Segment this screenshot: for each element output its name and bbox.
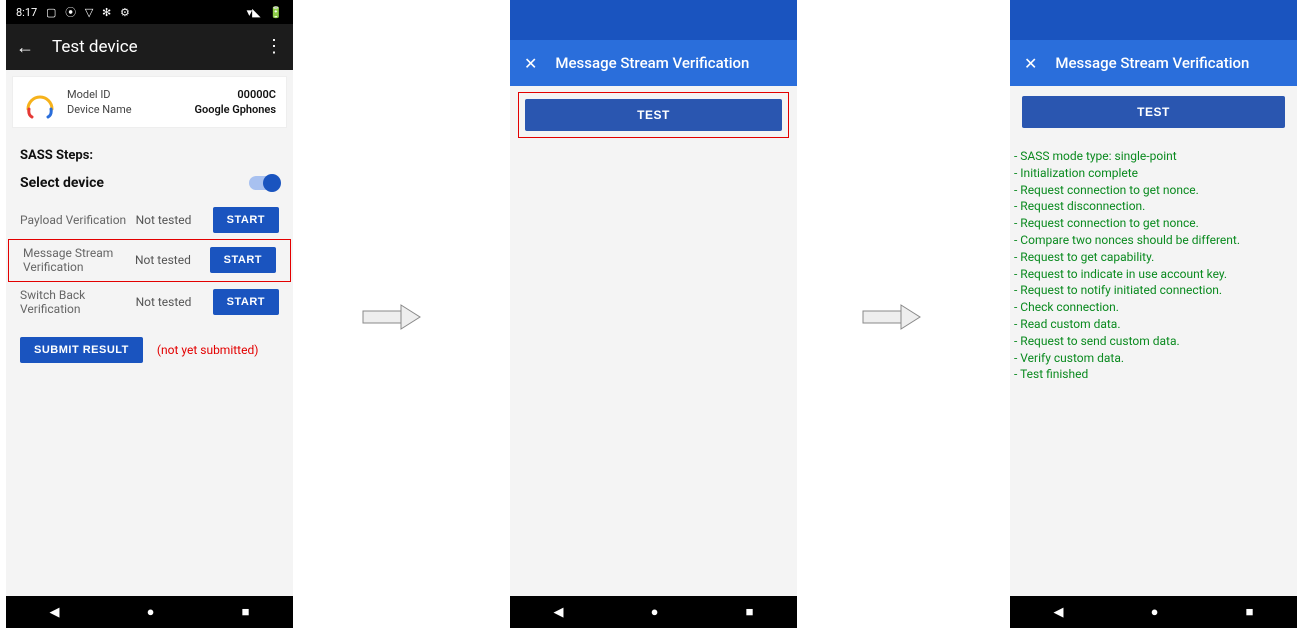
- app-bar: ← Test device ⋮: [6, 24, 293, 70]
- step-payload-verification: Payload Verification Not tested START: [6, 201, 293, 239]
- status-icon: ▽: [85, 6, 93, 19]
- flow-arrow-icon: [362, 302, 422, 332]
- content-area: TEST: [510, 86, 797, 596]
- log-line: Read custom data.: [1014, 316, 1291, 333]
- status-icon: ⚙: [120, 6, 130, 19]
- screen-title-bar: ✕ Message Stream Verification: [510, 40, 797, 86]
- test-button-highlight: TEST: [518, 92, 789, 138]
- content-area: Model ID 00000C Device Name Google Gphon…: [6, 70, 293, 596]
- sass-steps-label: SASS Steps:: [6, 134, 293, 169]
- status-bar: 8:17 ▢ ⦿ ▽ ✻ ⚙ ▾◣ 🔋: [6, 0, 293, 24]
- log-line: Request to indicate in use account key.: [1014, 266, 1291, 283]
- step-name: Message Stream Verification: [23, 246, 135, 275]
- nav-back-icon[interactable]: ◀: [50, 605, 60, 620]
- status-icon: ⦿: [65, 6, 76, 19]
- step-message-stream-verification: Message Stream Verification Not tested S…: [8, 239, 291, 282]
- nav-home-icon[interactable]: ●: [147, 604, 155, 620]
- log-line: Request disconnection.: [1014, 198, 1291, 215]
- android-nav-bar: ◀ ● ■: [6, 596, 293, 628]
- log-line: Test finished: [1014, 366, 1291, 383]
- select-device-toggle[interactable]: [249, 176, 279, 190]
- log-line: Verify custom data.: [1014, 350, 1291, 367]
- device-name-label: Device Name: [67, 103, 132, 116]
- android-nav-bar: ◀ ● ■: [1010, 596, 1297, 628]
- model-id-value: 00000C: [237, 88, 276, 101]
- back-icon[interactable]: ←: [16, 37, 34, 58]
- headphones-icon: [23, 85, 57, 119]
- start-button[interactable]: START: [213, 207, 279, 233]
- blue-header-strip: [510, 0, 797, 40]
- screen-title-bar: ✕ Message Stream Verification: [1010, 40, 1297, 86]
- log-line: Request connection to get nonce.: [1014, 215, 1291, 232]
- submit-result-button[interactable]: SUBMIT RESULT: [20, 337, 143, 363]
- device-card: Model ID 00000C Device Name Google Gphon…: [12, 76, 287, 128]
- submit-row: SUBMIT RESULT (not yet submitted): [6, 323, 293, 377]
- nav-home-icon[interactable]: ●: [1151, 604, 1159, 620]
- flow-arrow-icon: [862, 302, 922, 332]
- status-time: 8:17: [16, 6, 37, 19]
- status-left: 8:17 ▢ ⦿ ▽ ✻ ⚙: [16, 4, 136, 20]
- battery-icon: 🔋: [269, 6, 283, 19]
- step-switch-back-verification: Switch Back Verification Not tested STAR…: [6, 282, 293, 323]
- app-title: Test device: [52, 37, 265, 57]
- device-name-value: Google Gphones: [195, 103, 277, 116]
- step-status: Not tested: [136, 295, 213, 309]
- log-line: SASS mode type: single-point: [1014, 148, 1291, 165]
- nav-recent-icon[interactable]: ■: [242, 604, 250, 620]
- step-status: Not tested: [135, 253, 210, 267]
- nav-recent-icon[interactable]: ■: [746, 604, 754, 620]
- android-nav-bar: ◀ ● ■: [510, 596, 797, 628]
- nav-recent-icon[interactable]: ■: [1246, 604, 1254, 620]
- model-id-label: Model ID: [67, 88, 111, 101]
- step-status: Not tested: [136, 213, 213, 227]
- test-log: SASS mode type: single-point Initializat…: [1010, 138, 1297, 393]
- log-line: Request to get capability.: [1014, 249, 1291, 266]
- close-icon[interactable]: ✕: [1024, 54, 1037, 73]
- start-button[interactable]: START: [210, 247, 276, 273]
- log-line: Request to notify initiated connection.: [1014, 282, 1291, 299]
- screen-title: Message Stream Verification: [1055, 54, 1249, 72]
- start-button[interactable]: START: [213, 289, 279, 315]
- nav-home-icon[interactable]: ●: [651, 604, 659, 620]
- test-button[interactable]: TEST: [1022, 96, 1285, 128]
- phone-msg-stream-before: ✕ Message Stream Verification TEST ◀ ● ■: [510, 0, 797, 628]
- phone-test-device: 8:17 ▢ ⦿ ▽ ✻ ⚙ ▾◣ 🔋 ← Test device ⋮: [6, 0, 293, 628]
- blue-header-strip: [1010, 0, 1297, 40]
- submit-note: (not yet submitted): [157, 343, 259, 357]
- status-icon: ✻: [102, 6, 111, 19]
- log-line: Initialization complete: [1014, 165, 1291, 182]
- test-button[interactable]: TEST: [525, 99, 782, 131]
- step-name: Switch Back Verification: [20, 288, 136, 317]
- wifi-icon: ▾◣: [247, 6, 261, 19]
- screen-title: Message Stream Verification: [555, 54, 749, 72]
- test-button-wrap: TEST: [1022, 96, 1285, 128]
- log-line: Request connection to get nonce.: [1014, 182, 1291, 199]
- status-right: ▾◣ 🔋: [241, 6, 283, 19]
- status-icon: ▢: [46, 6, 56, 19]
- content-area: TEST SASS mode type: single-point Initia…: [1010, 86, 1297, 596]
- device-info: Model ID 00000C Device Name Google Gphon…: [67, 88, 276, 116]
- nav-back-icon[interactable]: ◀: [554, 605, 564, 620]
- log-line: Request to send custom data.: [1014, 333, 1291, 350]
- close-icon[interactable]: ✕: [524, 54, 537, 73]
- log-line: Compare two nonces should be different.: [1014, 232, 1291, 249]
- step-name: Payload Verification: [20, 213, 136, 227]
- phone-msg-stream-after: ✕ Message Stream Verification TEST SASS …: [1010, 0, 1297, 628]
- nav-back-icon[interactable]: ◀: [1054, 605, 1064, 620]
- log-line: Check connection.: [1014, 299, 1291, 316]
- select-device-label: Select device: [20, 175, 104, 191]
- select-device-row: Select device: [6, 169, 293, 201]
